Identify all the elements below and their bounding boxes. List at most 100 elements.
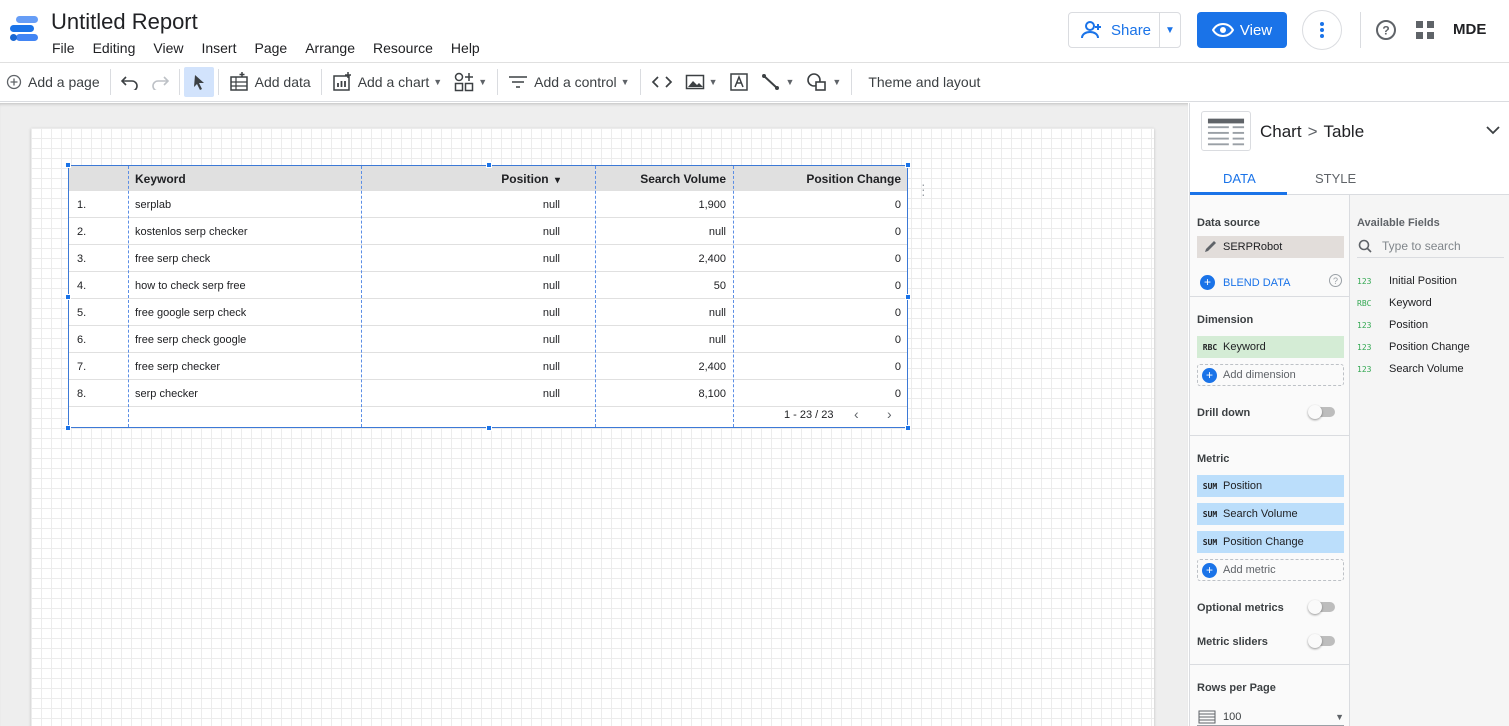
table-row[interactable]: 2. kostenlos serp checker null null 0 <box>69 218 907 245</box>
rows-per-page-select[interactable]: 100 ▼ <box>1197 709 1344 726</box>
chevron-right-icon[interactable]: › <box>887 406 892 422</box>
resize-handle[interactable] <box>905 294 911 300</box>
more-options-button[interactable] <box>1302 10 1342 50</box>
table-row[interactable]: 5. free google serp check null null 0 <box>69 299 907 326</box>
blend-data-button[interactable]: + BLEND DATA <box>1200 275 1290 290</box>
header-position[interactable]: Position ▾ <box>361 172 560 186</box>
optional-metrics-toggle[interactable] <box>1308 600 1336 614</box>
metric-chip-position-change[interactable]: SUM Position Change <box>1197 531 1344 553</box>
resize-handle[interactable] <box>486 162 492 168</box>
add-data-button[interactable]: Add data <box>223 67 317 97</box>
add-metric-button[interactable]: + Add metric <box>1197 559 1344 581</box>
resize-handle[interactable] <box>905 425 911 431</box>
keyword-cell: serp checker <box>135 388 198 400</box>
help-icon[interactable]: ? <box>1375 19 1397 41</box>
add-chart-button[interactable]: Add a chart ▼ <box>326 67 449 97</box>
shape-button[interactable]: ▼ <box>800 67 847 97</box>
menu-file[interactable]: File <box>52 40 75 56</box>
dimension-chip-keyword[interactable]: RBC Keyword <box>1197 336 1344 358</box>
search-volume-cell: null <box>708 334 726 346</box>
menu-insert[interactable]: Insert <box>201 40 236 56</box>
resize-handle[interactable] <box>486 425 492 431</box>
table-row[interactable]: 1. serplab null 1,900 0 <box>69 191 907 218</box>
metric-chip-search-volume[interactable]: SUM Search Volume <box>1197 503 1344 525</box>
metric-chip-position[interactable]: SUM Position <box>1197 475 1344 497</box>
apps-grid-icon[interactable] <box>1416 21 1434 39</box>
undo-icon <box>120 76 138 90</box>
chevron-down-icon[interactable] <box>1486 125 1500 135</box>
metric-sliders-toggle[interactable] <box>1308 634 1336 648</box>
add-page-button[interactable]: Add a page <box>0 67 106 97</box>
table-row[interactable]: 6. free serp check google null null 0 <box>69 326 907 353</box>
resize-handle[interactable] <box>65 294 71 300</box>
row-number-cell: 5. <box>77 307 87 319</box>
report-page[interactable]: Keyword Position ▾ Search Volume Positio… <box>31 128 1154 726</box>
resize-handle[interactable] <box>65 425 71 431</box>
table-chart[interactable]: Keyword Position ▾ Search Volume Positio… <box>65 162 926 431</box>
table-chart-icon[interactable] <box>1201 111 1251 151</box>
view-button[interactable]: View <box>1197 12 1287 48</box>
table-row[interactable]: 3. free serp check null 2,400 0 <box>69 245 907 272</box>
field-search-input[interactable]: Type to search <box>1357 234 1504 258</box>
search-placeholder: Type to search <box>1382 238 1461 253</box>
menu-editing[interactable]: Editing <box>93 40 136 56</box>
help-icon[interactable]: ? <box>1329 274 1342 287</box>
drill-down-label: Drill down <box>1197 407 1251 419</box>
drag-handle-icon[interactable]: · · · <box>921 177 926 201</box>
chevron-left-icon[interactable]: ‹ <box>854 406 859 422</box>
header-search-volume[interactable]: Search Volume <box>595 172 726 186</box>
more-vert-icon <box>1320 22 1324 38</box>
rows-per-page-label: Rows per Page <box>1197 682 1276 694</box>
position-change-cell: 0 <box>894 280 901 292</box>
row-number-cell: 1. <box>77 199 87 211</box>
menu-arrange[interactable]: Arrange <box>305 40 355 56</box>
position-change-cell: 0 <box>894 307 901 319</box>
table-row[interactable]: 4. how to check serp free null 50 0 <box>69 272 907 299</box>
line-button[interactable]: ▼ <box>755 67 800 97</box>
resize-handle[interactable] <box>65 162 71 168</box>
field-position-change[interactable]: 123 Position Change <box>1357 341 1470 353</box>
metric-label: Metric <box>1197 453 1230 465</box>
tab-style[interactable]: STYLE <box>1315 171 1356 186</box>
data-source-chip[interactable]: SERPRobot <box>1197 236 1344 258</box>
menu-view[interactable]: View <box>153 40 183 56</box>
column-divider <box>128 166 129 427</box>
user-account[interactable]: MDE <box>1453 21 1486 38</box>
table-row[interactable]: 7. free serp checker null 2,400 0 <box>69 353 907 380</box>
add-page-label: Add a page <box>28 74 100 90</box>
add-circle-icon: + <box>1200 275 1215 290</box>
resize-handle[interactable] <box>905 162 911 168</box>
keyword-cell: free serp checker <box>135 361 220 373</box>
menu-resource[interactable]: Resource <box>373 40 433 56</box>
community-viz-button[interactable]: ▼ <box>448 67 493 97</box>
add-control-button[interactable]: Add a control ▼ <box>502 67 635 97</box>
undo-button[interactable] <box>115 67 145 97</box>
field-initial-position[interactable]: 123 Initial Position <box>1357 275 1457 287</box>
report-title[interactable]: Untitled Report <box>51 9 198 35</box>
keyword-cell: free serp check <box>135 253 211 265</box>
field-search-volume[interactable]: 123 Search Volume <box>1357 363 1464 375</box>
share-button[interactable]: Share <box>1069 13 1160 47</box>
redo-button[interactable] <box>145 67 175 97</box>
theme-layout-button[interactable]: Theme and layout <box>856 67 986 97</box>
header-keyword[interactable]: Keyword <box>135 172 186 186</box>
header-position-change[interactable]: Position Change <box>733 172 901 186</box>
menu-page[interactable]: Page <box>254 40 287 56</box>
field-name: Initial Position <box>1389 275 1457 287</box>
tab-data[interactable]: DATA <box>1223 171 1256 186</box>
text-box-button[interactable] <box>723 67 755 97</box>
redo-icon <box>151 76 169 90</box>
crumb-chart: Chart <box>1260 122 1302 141</box>
pencil-icon[interactable] <box>1197 240 1223 254</box>
share-dropdown-icon[interactable]: ▼ <box>1160 25 1180 36</box>
add-dimension-button[interactable]: + Add dimension <box>1197 364 1344 386</box>
menu-help[interactable]: Help <box>451 40 480 56</box>
image-button[interactable]: ▼ <box>679 67 724 97</box>
menu-bar: File Editing View Insert Page Arrange Re… <box>52 40 498 56</box>
drill-down-toggle[interactable] <box>1308 405 1336 419</box>
table-row[interactable]: 8. serp checker null 8,100 0 <box>69 380 907 407</box>
embed-url-button[interactable] <box>645 67 679 97</box>
field-position[interactable]: 123 Position <box>1357 319 1428 331</box>
select-tool-button[interactable] <box>183 67 214 97</box>
field-keyword[interactable]: RBC Keyword <box>1357 297 1432 309</box>
